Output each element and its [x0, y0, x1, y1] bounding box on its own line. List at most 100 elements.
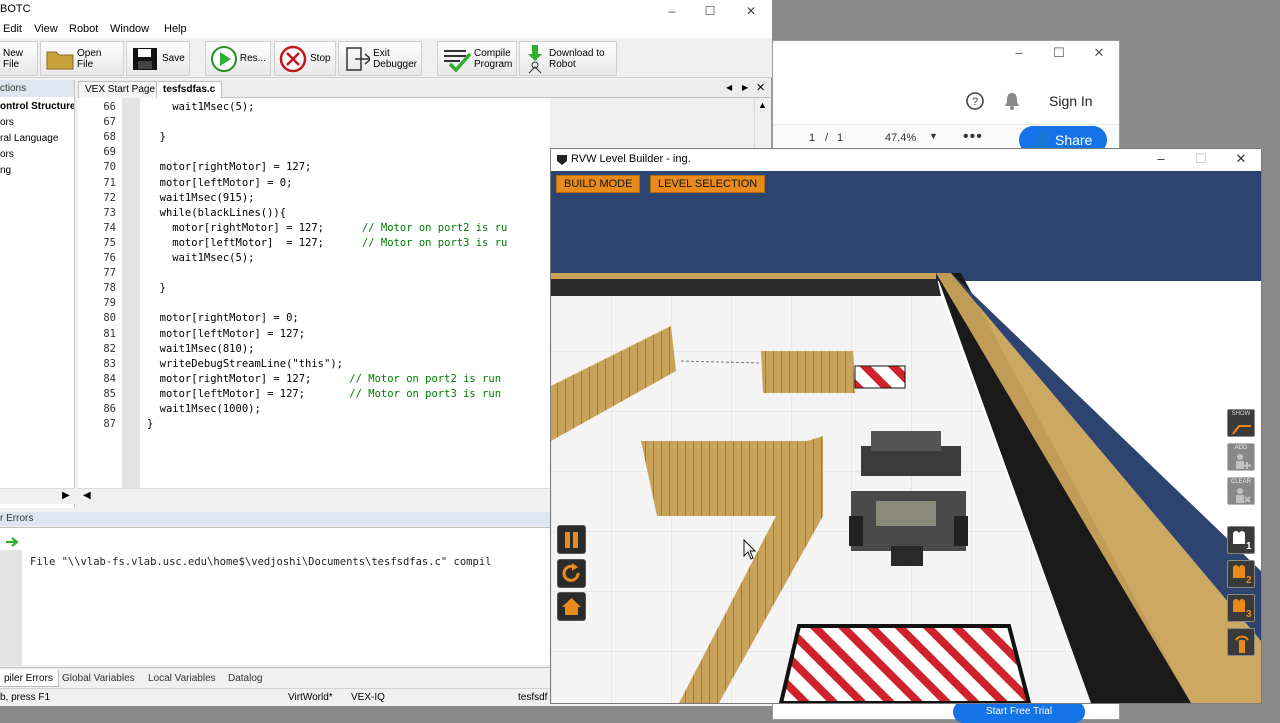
resume-button[interactable]: Res...	[205, 41, 271, 76]
tab-scroll-right-icon[interactable]: ▶	[742, 83, 748, 92]
minimize-icon[interactable]: –	[1141, 151, 1181, 166]
close-tab-icon[interactable]: ✕	[756, 81, 765, 94]
sign-in-link[interactable]: Sign In	[1049, 93, 1093, 109]
code-line[interactable]: motor[leftMotor] = 127; // Motor on port…	[147, 388, 501, 400]
code-line[interactable]: motor[rightMotor] = 127; // Motor on por…	[147, 222, 507, 234]
chevron-down-icon[interactable]: ▼	[929, 131, 938, 141]
code-line[interactable]: motor[leftMotor] = 0;	[147, 176, 293, 189]
save-button[interactable]: Save	[126, 41, 190, 76]
code-line[interactable]: motor[rightMotor] = 127; // Motor on por…	[147, 373, 501, 385]
camera-2-label: 2	[1246, 575, 1252, 586]
tab-global-variables[interactable]: Global Variables	[57, 670, 140, 687]
new-file-button[interactable]: New File	[0, 41, 38, 76]
add-waypoint-button[interactable]: ADD	[1227, 443, 1255, 471]
code-line[interactable]: }	[147, 418, 153, 430]
clear-waypoints-button[interactable]: CLEAR	[1227, 477, 1255, 505]
code-line[interactable]: writeDebugStreamLine("this");	[147, 358, 343, 370]
sidebar-item-sensors[interactable]: ors	[0, 147, 74, 163]
function-library-header: ctions	[0, 80, 74, 97]
help-icon[interactable]: ?	[965, 91, 985, 111]
line-number: 66	[103, 101, 116, 113]
code-line[interactable]: }	[147, 131, 166, 143]
menu-robot[interactable]: Robot	[69, 23, 98, 35]
menu-window[interactable]: Window	[110, 23, 149, 35]
editor-horizontal-scrollbar[interactable]: ◀	[78, 488, 550, 504]
code-line[interactable]: motor[rightMotor] = 127;	[147, 161, 312, 173]
pause-button[interactable]	[557, 525, 586, 554]
new-file-label: New File	[3, 47, 24, 70]
robot-model	[849, 431, 968, 566]
minimize-icon[interactable]: –	[1005, 45, 1033, 60]
menu-view[interactable]: View	[34, 23, 58, 35]
open-file-label: Open File	[77, 47, 102, 70]
code-text: motor[rightMotor] = 0;	[147, 312, 299, 325]
scroll-left-icon[interactable]: ◀	[83, 490, 91, 501]
status-platform: VEX-IQ	[351, 692, 385, 703]
code-line[interactable]: wait1Msec(915);	[147, 192, 255, 204]
code-text: motor[leftMotor] = 127;	[147, 327, 306, 340]
reset-button[interactable]	[557, 559, 586, 588]
zoom-level[interactable]: 47.4%	[885, 132, 916, 144]
stop-button[interactable]: Stop	[274, 41, 336, 76]
close-icon[interactable]: ✕	[1085, 45, 1113, 61]
menu-help[interactable]: Help	[164, 23, 187, 35]
tab-scroll-left-icon[interactable]: ◀	[726, 83, 732, 92]
code-line[interactable]: wait1Msec(5);	[147, 101, 254, 113]
maximize-icon[interactable]: ☐	[1045, 45, 1073, 61]
build-mode-button[interactable]: BUILD MODE	[556, 175, 641, 193]
clear-label: CLEAR	[1230, 479, 1251, 485]
remote-control-button[interactable]	[1227, 628, 1255, 656]
tab-local-variables[interactable]: Local Variables	[143, 670, 221, 687]
line-number: 71	[103, 176, 116, 189]
code-line[interactable]: motor[leftMotor] = 127; // Motor on port…	[147, 237, 507, 249]
more-icon[interactable]: •••	[963, 128, 983, 146]
code-line[interactable]: while(blackLines()){	[147, 207, 286, 219]
level-selection-button[interactable]: LEVEL SELECTION	[650, 175, 766, 193]
show-path-button[interactable]: SHOW	[1227, 409, 1255, 437]
maximize-icon[interactable]: ☐	[1181, 151, 1221, 167]
tab-datalog[interactable]: Datalog	[223, 670, 267, 687]
pdf-title-bar: – ☐ ✕	[773, 41, 1119, 67]
page-current[interactable]: 1	[809, 132, 815, 144]
exit-debugger-label: Exit Debugger	[373, 47, 417, 70]
compile-program-button[interactable]: Compile Program	[437, 41, 517, 76]
home-button[interactable]	[557, 592, 586, 621]
sidebar-item-natural-language[interactable]: ral Language	[0, 131, 74, 147]
close-icon[interactable]: ✕	[1221, 151, 1261, 167]
download-to-robot-button[interactable]: Download to Robot	[519, 41, 617, 76]
sidebar-horizontal-scrollbar[interactable]: ▶	[0, 488, 75, 504]
page-separator: /	[825, 132, 829, 144]
simulation-viewport[interactable]: BUILD MODE LEVEL SELECTION SHOW ADD CLEA…	[551, 171, 1261, 703]
line-number: 69	[103, 146, 116, 159]
code-editor[interactable]: 66 wait1Msec(5); 67 68 } 69 70 motor[rightMo…	[78, 98, 550, 488]
tab-tesfsdfas-c[interactable]: tesfsdfas.c	[156, 81, 223, 98]
code-line[interactable]: wait1Msec(5);	[147, 252, 254, 264]
tab-compiler-errors[interactable]: piler Errors	[0, 670, 59, 687]
code-line[interactable]: wait1Msec(810);	[147, 343, 255, 355]
tab-vex-start-page[interactable]: VEX Start Page	[78, 81, 163, 98]
menu-edit[interactable]: Edit	[3, 23, 22, 35]
code-text: motor[leftMotor] = 0;	[147, 176, 293, 189]
rvw-level-builder-window: RVW Level Builder - ing. – ☐ ✕ BUILD MOD…	[550, 148, 1262, 704]
scroll-right-icon[interactable]: ▶	[62, 490, 70, 501]
camera-3-button[interactable]: 3	[1227, 594, 1255, 622]
compiler-errors-header: r Errors	[0, 512, 550, 526]
line-number: 77	[103, 267, 116, 280]
exit-debugger-button[interactable]: Exit Debugger	[338, 41, 422, 76]
bell-icon[interactable]	[1003, 91, 1021, 111]
scroll-up-icon[interactable]: ▲	[758, 100, 767, 110]
code-line[interactable]: motor[leftMotor] = 127;	[147, 328, 305, 340]
code-line[interactable]: }	[147, 282, 166, 294]
code-line[interactable]: wait1Msec(1000);	[147, 403, 261, 415]
compile-check-icon	[444, 49, 471, 72]
sidebar-item-motors[interactable]: ors	[0, 115, 74, 131]
camera-1-button[interactable]: 1	[1227, 526, 1255, 554]
show-label: SHOW	[1231, 411, 1251, 417]
code-text: }	[147, 282, 166, 295]
sidebar-item-timing[interactable]: ng	[0, 163, 74, 179]
camera-2-button[interactable]: 2	[1227, 560, 1255, 588]
sidebar-item-control-structures[interactable]: ontrol Structure:	[0, 99, 74, 115]
code-line[interactable]: motor[rightMotor] = 0;	[147, 312, 299, 324]
open-file-button[interactable]: Open File	[40, 41, 124, 76]
breakpoint-margin[interactable]	[122, 98, 140, 488]
